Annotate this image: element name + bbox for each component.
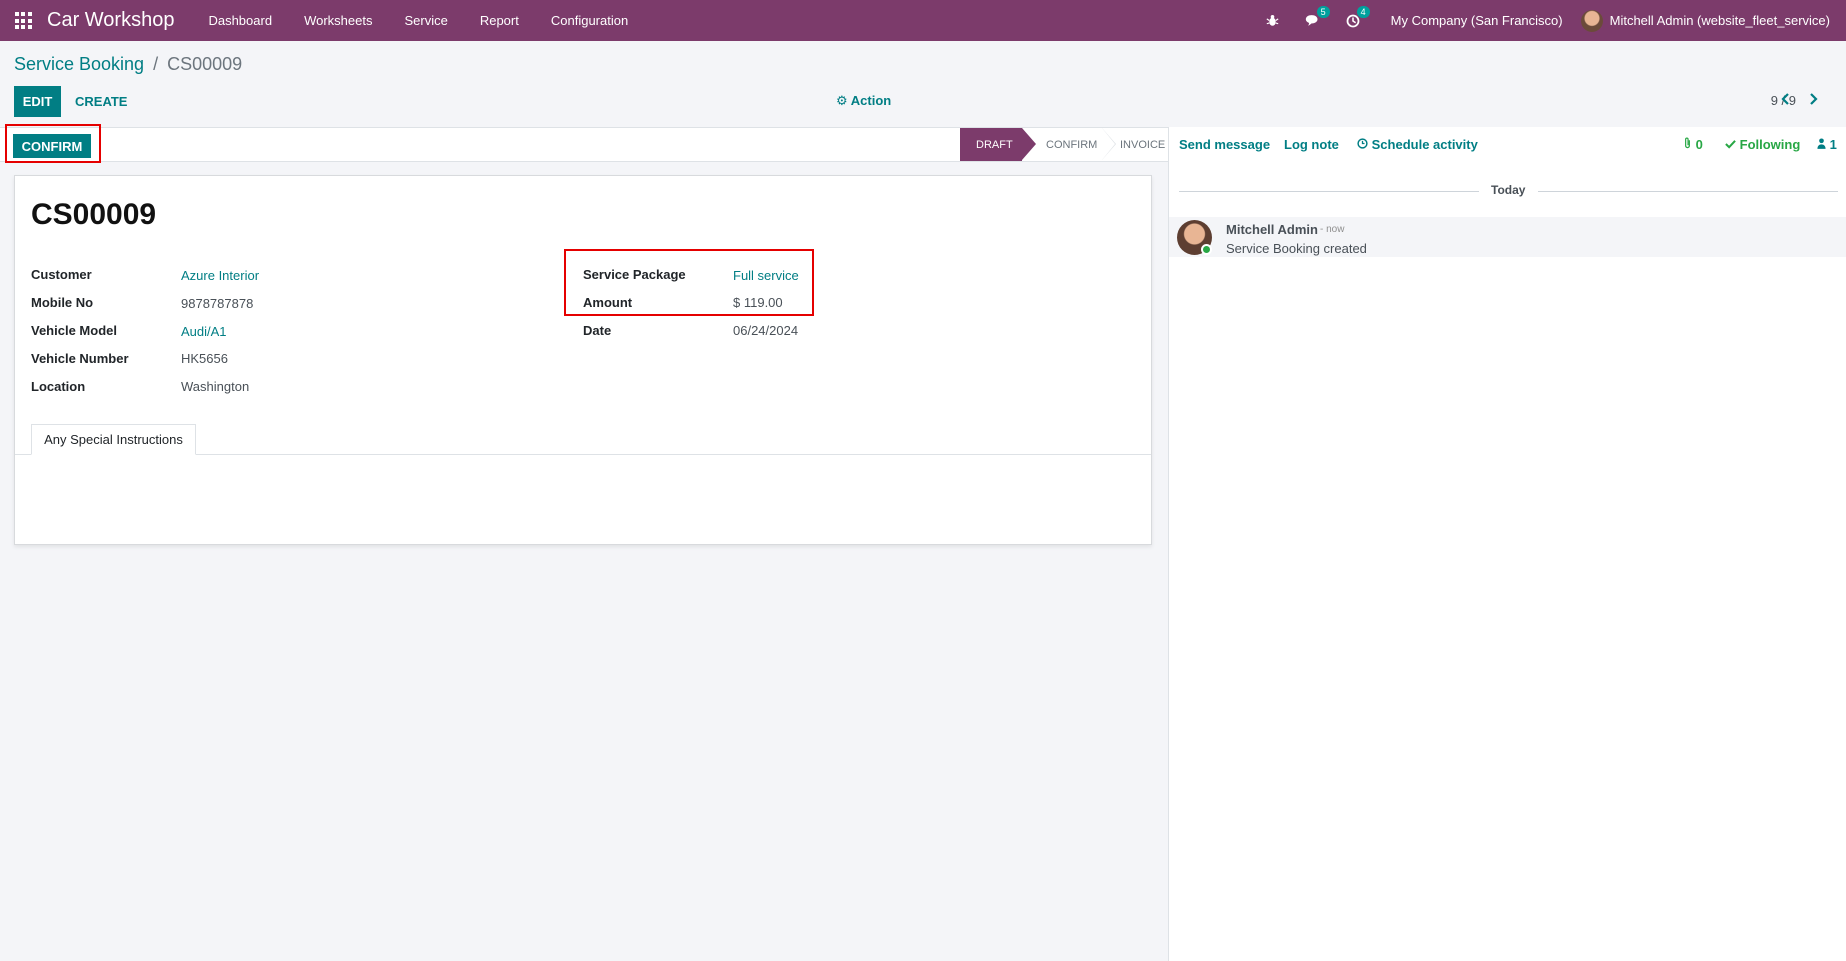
confirm-button[interactable]: CONFIRM: [13, 134, 91, 158]
vehicle-model-label: Vehicle Model: [31, 323, 117, 338]
schedule-activity-button[interactable]: Schedule activity: [1357, 137, 1478, 152]
location-value: Washington: [181, 379, 250, 394]
menu-service[interactable]: Service: [388, 0, 463, 41]
menu-dashboard[interactable]: Dashboard: [192, 0, 288, 41]
stage-confirm-label: CONFIRM: [1046, 138, 1098, 151]
message-body: Service Booking created: [1226, 241, 1367, 256]
following-label: Following: [1739, 137, 1801, 152]
chatter-panel: Send message Log note Schedule activity …: [1168, 127, 1846, 961]
customer-value-link[interactable]: Azure Interior: [181, 268, 259, 283]
followers-button[interactable]: 1: [1817, 137, 1837, 152]
user-name: Mitchell Admin (website_fleet_service): [1609, 13, 1830, 28]
vehicle-number-value: HK5656: [181, 351, 228, 366]
action-label: Action: [850, 93, 892, 108]
messages-count-badge: 5: [1316, 6, 1330, 18]
amount-value: $ 119.00: [733, 295, 783, 310]
stage-pipeline: DRAFT CONFIRM INVOICE: [960, 128, 1168, 161]
chatter-message: Mitchell Admin - now Service Booking cre…: [1169, 217, 1846, 257]
chevron-right-icon: [1809, 92, 1818, 108]
company-switcher[interactable]: My Company (San Francisco): [1373, 13, 1581, 28]
attachments-count: 0: [1695, 137, 1703, 152]
apps-menu-icon[interactable]: [13, 11, 33, 31]
message-author[interactable]: Mitchell Admin: [1226, 222, 1318, 237]
attachments-button[interactable]: 0: [1683, 137, 1703, 152]
breadcrumb-parent-link[interactable]: Service Booking: [14, 54, 144, 74]
today-separator: Today: [1169, 183, 1846, 199]
mobile-value: 9878787878: [181, 296, 254, 311]
clock-icon: [1357, 137, 1372, 152]
edit-button[interactable]: EDIT: [14, 86, 61, 117]
user-avatar: [1580, 9, 1603, 32]
breadcrumb-separator: /: [153, 54, 159, 74]
online-status-dot: [1201, 244, 1212, 255]
user-icon: [1817, 137, 1830, 152]
form-sheet: CS00009 Customer Azure Interior Mobile N…: [14, 175, 1152, 545]
breadcrumb-current: CS00009: [167, 54, 243, 74]
amount-label: Amount: [583, 295, 633, 310]
menu-configuration[interactable]: Configuration: [535, 0, 644, 41]
location-label: Location: [31, 379, 86, 394]
pager-next-button[interactable]: [1804, 90, 1822, 110]
pager-previous-button[interactable]: [1776, 90, 1794, 110]
following-button[interactable]: Following: [1725, 137, 1800, 152]
tab-special-instructions[interactable]: Any Special Instructions: [31, 424, 196, 455]
status-bar: CONFIRM DRAFT CONFIRM INVOICE: [0, 127, 1168, 162]
app-brand[interactable]: Car Workshop: [47, 9, 174, 32]
menu-worksheets[interactable]: Worksheets: [288, 0, 388, 41]
date-value: 06/24/2024: [733, 323, 799, 338]
service-package-label: Service Package: [583, 267, 686, 282]
vehicle-model-value-link[interactable]: Audi/A1: [181, 324, 227, 339]
gear-icon: ⚙: [836, 93, 848, 108]
record-title: CS00009: [31, 198, 157, 231]
top-navbar: Car Workshop Dashboard Worksheets Servic…: [0, 0, 1846, 41]
messages-icon[interactable]: 5: [1293, 0, 1333, 41]
message-time: - now: [1320, 224, 1345, 235]
menu-report[interactable]: Report: [464, 0, 535, 41]
activities-count-badge: 4: [1356, 6, 1370, 18]
activities-clock-icon[interactable]: 4: [1333, 0, 1373, 41]
debug-bug-icon[interactable]: [1253, 0, 1293, 41]
today-label: Today: [1491, 183, 1526, 197]
send-message-button[interactable]: Send message: [1179, 137, 1270, 152]
followers-count: 1: [1829, 137, 1837, 152]
customer-label: Customer: [31, 267, 92, 282]
schedule-activity-label: Schedule activity: [1371, 137, 1478, 152]
action-dropdown[interactable]: ⚙ Action: [836, 93, 891, 109]
create-button[interactable]: CREATE: [66, 86, 136, 117]
stage-draft[interactable]: DRAFT: [960, 128, 1036, 161]
log-note-button[interactable]: Log note: [1284, 137, 1339, 152]
stage-invoice-label: INVOICE: [1120, 138, 1166, 151]
date-label: Date: [583, 323, 612, 338]
check-icon: [1725, 137, 1740, 152]
paperclip-icon: [1683, 137, 1696, 152]
service-package-value-link[interactable]: Full service: [733, 268, 799, 283]
stage-draft-label: DRAFT: [976, 138, 1013, 151]
breadcrumb: Service Booking / CS00009: [14, 54, 242, 75]
vehicle-number-label: Vehicle Number: [31, 351, 129, 366]
chevron-left-icon: [1780, 92, 1790, 108]
mobile-label: Mobile No: [31, 295, 94, 310]
user-menu[interactable]: Mitchell Admin (website_fleet_service): [1580, 9, 1846, 32]
